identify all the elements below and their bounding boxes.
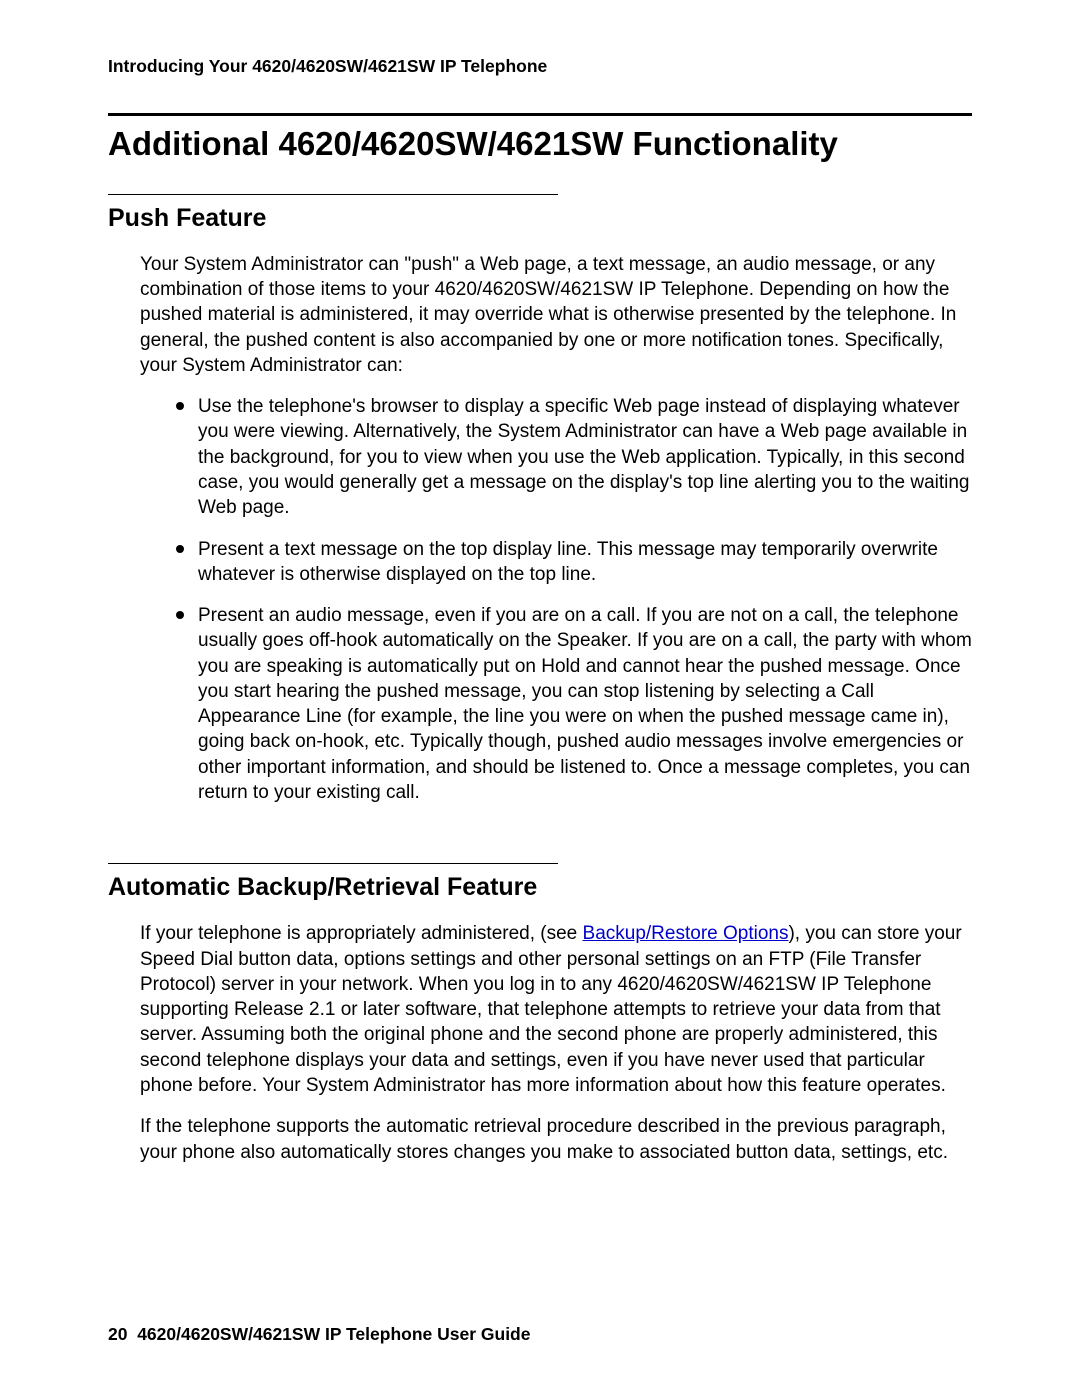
bullet-list: Use the telephone's browser to display a… <box>178 394 972 805</box>
horizontal-rule-minor <box>108 194 558 195</box>
page-number: 20 <box>108 1324 127 1344</box>
running-header: Introducing Your 4620/4620SW/4621SW IP T… <box>108 56 972 77</box>
backup-restore-link[interactable]: Backup/Restore Options <box>583 923 789 944</box>
section-heading-backup: Automatic Backup/Retrieval Feature <box>108 872 972 903</box>
page-title: Additional 4620/4620SW/4621SW Functional… <box>108 124 972 164</box>
list-item: Present a text message on the top displa… <box>178 537 972 588</box>
paragraph: Your System Administrator can "push" a W… <box>140 252 972 378</box>
horizontal-rule-major <box>108 113 972 116</box>
text-span: If your telephone is appropriately admin… <box>140 923 583 944</box>
list-item: Present an audio message, even if you ar… <box>178 603 972 805</box>
paragraph: If the telephone supports the automatic … <box>140 1114 972 1165</box>
page-footer: 20 4620/4620SW/4621SW IP Telephone User … <box>108 1324 530 1345</box>
horizontal-rule-minor <box>108 863 558 864</box>
footer-doc-title: 4620/4620SW/4621SW IP Telephone User Gui… <box>137 1324 530 1344</box>
list-item: Use the telephone's browser to display a… <box>178 394 972 520</box>
document-page: Introducing Your 4620/4620SW/4621SW IP T… <box>0 0 1080 1397</box>
section-heading-push-feature: Push Feature <box>108 203 972 234</box>
paragraph: If your telephone is appropriately admin… <box>140 921 972 1098</box>
text-span: ), you can store your Speed Dial button … <box>140 923 962 1096</box>
